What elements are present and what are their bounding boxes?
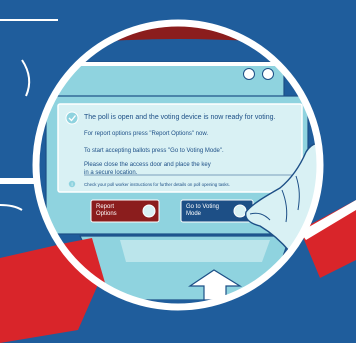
poll-illustration: i The poll is open and the voting device… [0,0,356,343]
report-options-button-label[interactable]: Report Options [96,204,117,218]
go-to-voting-mode-button-label[interactable]: Go to Voting Mode [186,204,219,218]
check-icon [65,111,79,125]
svg-text:i: i [71,182,72,188]
dialog-title: The poll is open and the voting device i… [84,114,276,121]
close-instruction-line2: in a secure location. [84,170,138,176]
go-to-voting-toggle-icon [233,204,247,218]
start-instruction: To start accepting ballots press "Go to … [84,148,224,154]
magnifier-handle [0,178,34,184]
report-options-toggle-icon [142,204,156,218]
go-to-voting-label-line2: Mode [186,211,202,217]
report-options-label-line2: Options [96,211,117,217]
close-instruction-line1: Please close the access door and place t… [84,162,211,168]
report-options-label-line1: Report [96,204,115,210]
poll-worker-note: Check your poll worker instructions for … [84,182,230,187]
go-to-voting-label-line1: Go to Voting [186,204,220,210]
report-instruction: For report options press "Report Options… [84,131,208,137]
illustration-svg: i [0,0,356,343]
